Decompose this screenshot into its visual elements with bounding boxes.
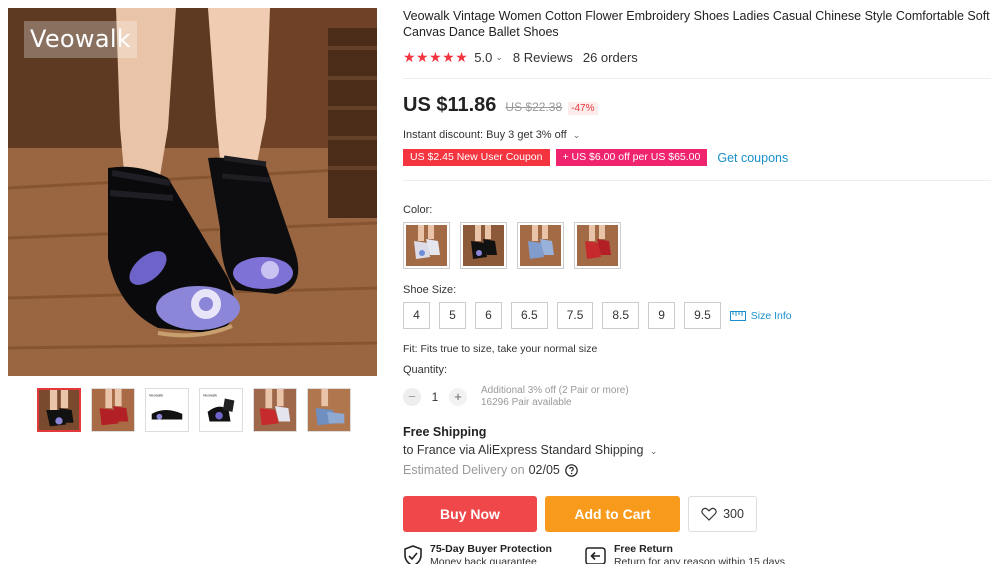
wishlist-count: 300 (723, 507, 744, 521)
protection-title: 75-Day Buyer Protection (430, 543, 552, 555)
size-option[interactable]: 5 (439, 302, 466, 329)
quantity-value[interactable]: 1 (421, 390, 449, 404)
shoe-size-label: Shoe Size: (403, 284, 457, 296)
thumbnail-2[interactable] (91, 388, 135, 432)
thumbnail-image: Veowalk (200, 389, 242, 431)
swatch-image (520, 225, 561, 266)
thumbnail-image (92, 389, 134, 431)
star-rating-icon: ★★★★★ (403, 49, 469, 65)
new-user-coupon[interactable]: US $2.45 New User Coupon (403, 149, 550, 166)
shipping-title: Free Shipping (403, 425, 487, 439)
free-return[interactable]: Free Return Return for any reason within… (585, 543, 785, 564)
stock-available: 16296 Pair available (481, 397, 572, 408)
add-to-cart-button[interactable]: Add to Cart (545, 496, 680, 532)
instant-discount[interactable]: Instant discount: Buy 3 get 3% off ⌄ (403, 129, 991, 141)
shipping-destination[interactable]: to France via AliExpress Standard Shippi… (403, 443, 991, 457)
delivery-prefix: Estimated Delivery on (403, 463, 525, 477)
instant-discount-text: Instant discount: Buy 3 get 3% off (403, 129, 567, 141)
svg-text:Veowalk: Veowalk (203, 394, 217, 398)
bulk-discount-note: Additional 3% off (2 Pair or more) (481, 385, 629, 396)
size-options: 4 5 6 6.5 7.5 8.5 9 9.5 Size Info (403, 302, 991, 329)
guarantees: 75-Day Buyer Protection Money back guara… (403, 543, 991, 564)
thumbnail-image (308, 389, 350, 431)
buy-now-button[interactable]: Buy Now (403, 496, 537, 532)
color-label: Color: (403, 204, 433, 216)
wishlist-button[interactable]: 300 (688, 496, 757, 532)
store-coupon[interactable]: + US $6.00 off per US $65.00 (555, 149, 708, 166)
return-icon (585, 546, 606, 564)
product-main-image[interactable]: Veowalk (8, 8, 377, 376)
quantity-stepper: − 1 + Additional 3% off (2 Pair or more)… (403, 385, 991, 409)
size-option[interactable]: 6 (475, 302, 502, 329)
coupon-row: US $2.45 New User Coupon + US $6.00 off … (403, 149, 991, 166)
size-info-label: Size Info (750, 309, 792, 322)
thumbnail-strip: Veowalk Veowalk (37, 388, 351, 432)
fit-note: Fit: Fits true to size, take your normal… (403, 343, 598, 355)
color-option-blue[interactable] (517, 222, 564, 269)
thumbnail-6[interactable] (307, 388, 351, 432)
size-info-link[interactable]: Size Info (729, 309, 792, 322)
brand-watermark: Veowalk (24, 21, 138, 58)
reviews-link[interactable]: 8 Reviews (513, 50, 573, 65)
size-option[interactable]: 4 (403, 302, 430, 329)
action-buttons: Buy Now Add to Cart 300 (403, 496, 991, 532)
product-title: Veowalk Vintage Women Cotton Flower Embr… (403, 9, 990, 39)
return-subtitle: Return for any reason within 15 days (613, 556, 785, 564)
swatch-image (463, 225, 504, 266)
size-option[interactable]: 6.5 (511, 302, 548, 329)
get-coupons-link[interactable]: Get coupons (717, 151, 788, 165)
size-option[interactable]: 7.5 (556, 302, 594, 329)
discount-badge: -47% (568, 102, 598, 115)
buyer-protection[interactable]: 75-Day Buyer Protection Money back guara… (403, 543, 552, 564)
ruler-icon (729, 310, 746, 321)
thumbnail-image (254, 389, 296, 431)
orders-count: 26 orders (582, 50, 638, 65)
size-option[interactable]: 8.5 (602, 302, 640, 329)
swatch-image (577, 225, 618, 266)
delivery-date: 02/05 (528, 463, 560, 477)
shoe-photo (8, 8, 377, 376)
product-details: Veowalk Vintage Women Cotton Flower Embr… (403, 8, 991, 564)
shipping-destination-text: to France via AliExpress Standard Shippi… (403, 443, 644, 457)
rating-row: ★★★★★ 5.0 ⌄ 8 Reviews 26 orders (403, 49, 991, 66)
divider (403, 78, 991, 79)
protection-subtitle: Money back guarantee (430, 556, 537, 564)
heart-icon (701, 507, 717, 521)
original-price: US $22.38 (505, 100, 563, 114)
return-title: Free Return (613, 543, 673, 555)
chevron-down-icon[interactable]: ⌄ (495, 52, 503, 63)
chevron-down-icon: ⌄ (572, 130, 581, 140)
color-option-white-blue[interactable] (403, 222, 450, 269)
thumbnail-1[interactable] (37, 388, 81, 432)
color-option-red[interactable] (574, 222, 621, 269)
thumbnail-3[interactable]: Veowalk (145, 388, 189, 432)
swatch-image (406, 225, 447, 266)
thumbnail-4[interactable]: Veowalk (199, 388, 243, 432)
rating-value: 5.0 (474, 50, 493, 65)
divider (403, 180, 991, 181)
thumbnail-image: Veowalk (146, 389, 188, 431)
thumbnail-image (39, 390, 79, 430)
decrease-quantity-button[interactable]: − (403, 388, 421, 406)
shield-icon (404, 544, 422, 564)
color-options (403, 222, 991, 269)
chevron-down-icon: ⌄ (649, 446, 658, 456)
help-icon[interactable] (565, 463, 578, 477)
size-option[interactable]: 9.5 (684, 302, 721, 329)
svg-text:Veowalk: Veowalk (149, 394, 163, 398)
thumbnail-5[interactable] (253, 388, 297, 432)
current-price: US $11.86 (403, 94, 497, 116)
increase-quantity-button[interactable]: + (449, 388, 467, 406)
quantity-label: Quantity: (403, 364, 448, 376)
quantity-note: Additional 3% off (2 Pair or more) 16296… (481, 385, 629, 409)
price-row: US $11.86 US $22.38 -47% (403, 94, 991, 117)
color-option-black[interactable] (460, 222, 507, 269)
estimated-delivery: Estimated Delivery on 02/05 (403, 463, 991, 477)
size-option[interactable]: 9 (648, 302, 676, 329)
